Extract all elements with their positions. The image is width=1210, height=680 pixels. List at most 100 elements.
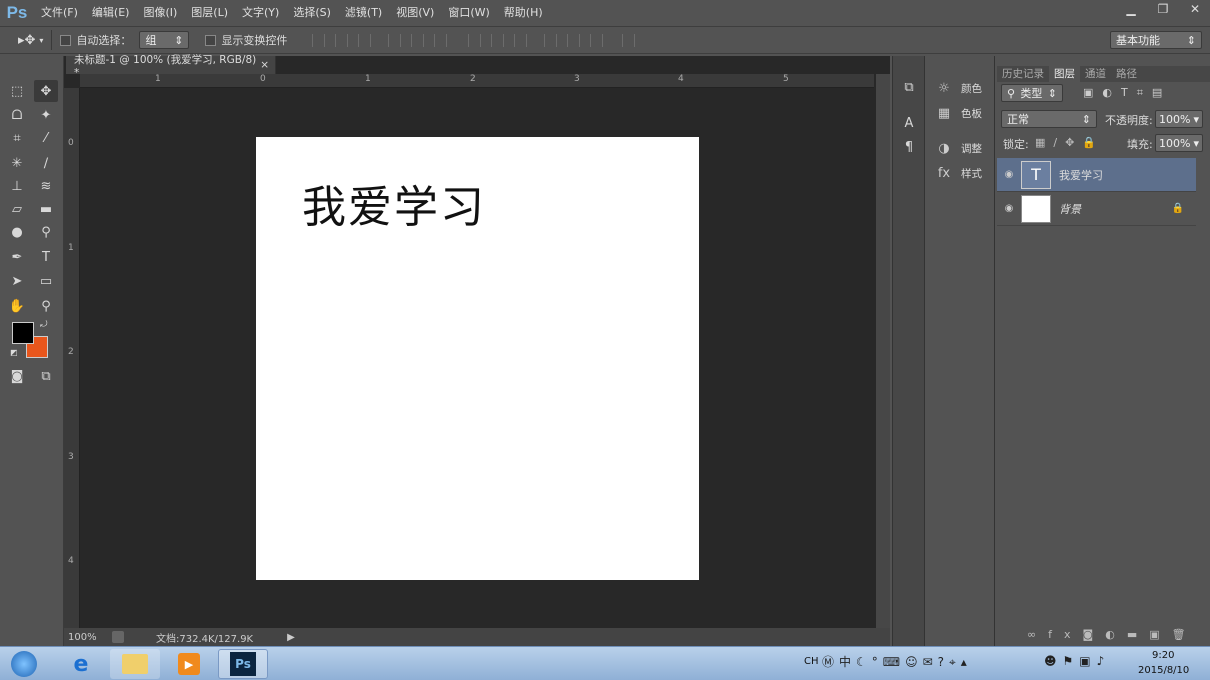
marquee-tool-icon[interactable]: ⬚ (5, 80, 29, 102)
restore-button[interactable]: ❐ (1148, 0, 1178, 18)
align-right-icon[interactable] (434, 33, 448, 47)
dodge-tool-icon[interactable]: ⚲ (34, 221, 58, 243)
status-arrow-icon[interactable]: ▶ (287, 632, 295, 643)
start-button[interactable] (0, 649, 48, 679)
lock-buttons[interactable]: ▦∕✥🔒 (1035, 136, 1104, 149)
zoom-level[interactable]: 100% (68, 632, 112, 643)
lock-icon: 🔒 (1171, 203, 1184, 214)
adjustments-panel-button[interactable]: ◑ 调整 (935, 140, 982, 156)
rectangle-tool-icon[interactable]: ▭ (34, 270, 58, 292)
tab-history[interactable]: 历史记录 (997, 66, 1049, 82)
tab-paths[interactable]: 路径 (1111, 66, 1142, 82)
eye-icon[interactable]: ◉ (997, 203, 1021, 214)
blur-tool-icon[interactable]: ● (5, 221, 29, 243)
distribute-bottom-icon[interactable] (514, 33, 528, 47)
eye-icon[interactable]: ◉ (997, 169, 1021, 180)
history-panel-icon[interactable]: ⧉ (897, 76, 921, 98)
document-canvas[interactable]: 我爱学习 (256, 137, 699, 580)
layer-filter-icons[interactable]: ▣◐T⌗▤ (1083, 86, 1171, 100)
notification-icons[interactable]: ☻⚑▣♪ (1044, 654, 1110, 668)
document-tab[interactable]: 未标题-1 @ 100% (我爱学习, RGB/8) * × (66, 54, 276, 79)
clock-date[interactable]: 2015/8/10 (1138, 665, 1189, 676)
close-tab-icon[interactable]: × (260, 59, 269, 71)
character-panel-icon[interactable]: A (897, 112, 921, 134)
auto-select-checkbox[interactable] (60, 34, 72, 46)
status-menu-icon[interactable] (112, 631, 124, 643)
menu-edit[interactable]: 编辑(E) (85, 0, 137, 26)
media-player-taskbar-button[interactable]: ▶ (164, 649, 214, 679)
align-vcenter-icon[interactable] (335, 33, 349, 47)
distribute-top-icon[interactable] (468, 33, 482, 47)
system-tray-icons[interactable]: Ⓜ中☾°⌨☺✉?⌖▴ (822, 653, 972, 670)
menu-layer[interactable]: 图层(L) (184, 0, 235, 26)
swap-colors-icon[interactable]: ⤾ (40, 320, 48, 330)
show-transform-checkbox[interactable] (205, 34, 217, 46)
gradient-tool-icon[interactable]: ▬ (34, 198, 58, 220)
menu-window[interactable]: 窗口(W) (441, 0, 496, 26)
layer-kind-filter[interactable]: ⚲ 类型 ⇕ (1001, 84, 1063, 102)
photoshop-taskbar-button[interactable]: Ps (218, 649, 268, 679)
layer-row-background[interactable]: ◉ 背景 🔒 (997, 192, 1196, 226)
layer-row-text[interactable]: ◉ T 我爱学习 (997, 158, 1196, 192)
canvas-text-layer[interactable]: 我爱学习 (302, 171, 486, 235)
adjustment-icon: ◑ (938, 140, 950, 156)
align-hcenter-icon[interactable] (411, 33, 425, 47)
tool-preset-chevron-icon[interactable]: ▾ (39, 36, 43, 45)
ie-taskbar-button[interactable]: e (56, 649, 106, 679)
layers-footer-buttons[interactable]: ∞fx◙◐▬▣🗑 (1027, 628, 1207, 644)
clone-stamp-tool-icon[interactable]: ⊥ (5, 175, 29, 197)
menu-help[interactable]: 帮助(H) (497, 0, 550, 26)
hand-tool-icon[interactable]: ✋ (5, 295, 29, 317)
fill-field[interactable]: 100% ▾ (1155, 134, 1203, 152)
distribute-vcenter-icon[interactable] (491, 33, 505, 47)
styles-panel-button[interactable]: fx 样式 (935, 165, 982, 181)
close-button[interactable]: ✕ (1180, 0, 1210, 18)
menu-filter[interactable]: 滤镜(T) (338, 0, 389, 26)
clock-time[interactable]: 9:20 (1152, 650, 1174, 661)
input-language[interactable]: CH (804, 656, 819, 667)
menu-type[interactable]: 文字(Y) (235, 0, 286, 26)
crop-tool-icon[interactable]: ⌗ (5, 127, 29, 149)
brush-tool-icon[interactable]: ∕ (34, 152, 58, 174)
quick-mask-icon[interactable]: ◙ (5, 365, 29, 387)
paragraph-panel-icon[interactable]: ¶ (897, 136, 921, 158)
menu-select[interactable]: 选择(S) (286, 0, 338, 26)
magic-wand-tool-icon[interactable]: ✦ (34, 104, 58, 126)
screen-mode-icon[interactable]: ⧉ (34, 365, 58, 387)
updown-icon: ⇕ (174, 33, 184, 47)
path-selection-tool-icon[interactable]: ➤ (5, 270, 29, 292)
eyedropper-tool-icon[interactable]: ⁄ (34, 127, 58, 149)
tab-channels[interactable]: 通道 (1080, 66, 1111, 82)
vertical-scrollbar[interactable] (876, 74, 890, 630)
swatches-panel-button[interactable]: ▦ 色板 (935, 105, 982, 121)
menu-image[interactable]: 图像(I) (136, 0, 184, 26)
default-colors-icon[interactable]: ◩ (10, 348, 18, 357)
zoom-tool-icon[interactable]: ⚲ (34, 295, 58, 317)
minimize-button[interactable]: ▁ (1116, 0, 1146, 18)
color-panel-button[interactable]: ☼ 颜色 (935, 80, 982, 96)
menu-view[interactable]: 视图(V) (389, 0, 441, 26)
opacity-field[interactable]: 100% ▾ (1155, 110, 1203, 128)
lasso-tool-icon[interactable]: ᗝ (5, 104, 29, 126)
align-top-icon[interactable] (312, 33, 326, 47)
pen-tool-icon[interactable]: ✒ (5, 246, 29, 268)
align-bottom-icon[interactable] (358, 33, 372, 47)
blend-mode-dropdown[interactable]: 正常 ⇕ (1001, 110, 1097, 128)
healing-brush-tool-icon[interactable]: ✳ (5, 152, 29, 174)
workspace-dropdown[interactable]: 基本功能 ⇕ (1110, 31, 1202, 49)
menu-file[interactable]: 文件(F) (34, 0, 85, 26)
align-left-icon[interactable] (388, 33, 402, 47)
auto-select-dropdown[interactable]: 组 ⇕ (139, 31, 190, 49)
auto-align-icon[interactable] (622, 33, 636, 47)
distribute-left-icon[interactable] (544, 33, 558, 47)
move-tool-icon[interactable]: ▸✥ (18, 33, 35, 48)
distribute-right-icon[interactable] (590, 33, 604, 47)
explorer-taskbar-button[interactable] (110, 649, 160, 679)
distribute-hcenter-icon[interactable] (567, 33, 581, 47)
tab-layers[interactable]: 图层 (1049, 66, 1080, 82)
move-tool-icon[interactable]: ✥ (34, 80, 58, 102)
history-brush-tool-icon[interactable]: ≋ (34, 175, 58, 197)
eraser-tool-icon[interactable]: ▱ (5, 198, 29, 220)
ruler-v-label: 2 (68, 347, 74, 357)
type-tool-icon[interactable]: T (34, 246, 58, 268)
